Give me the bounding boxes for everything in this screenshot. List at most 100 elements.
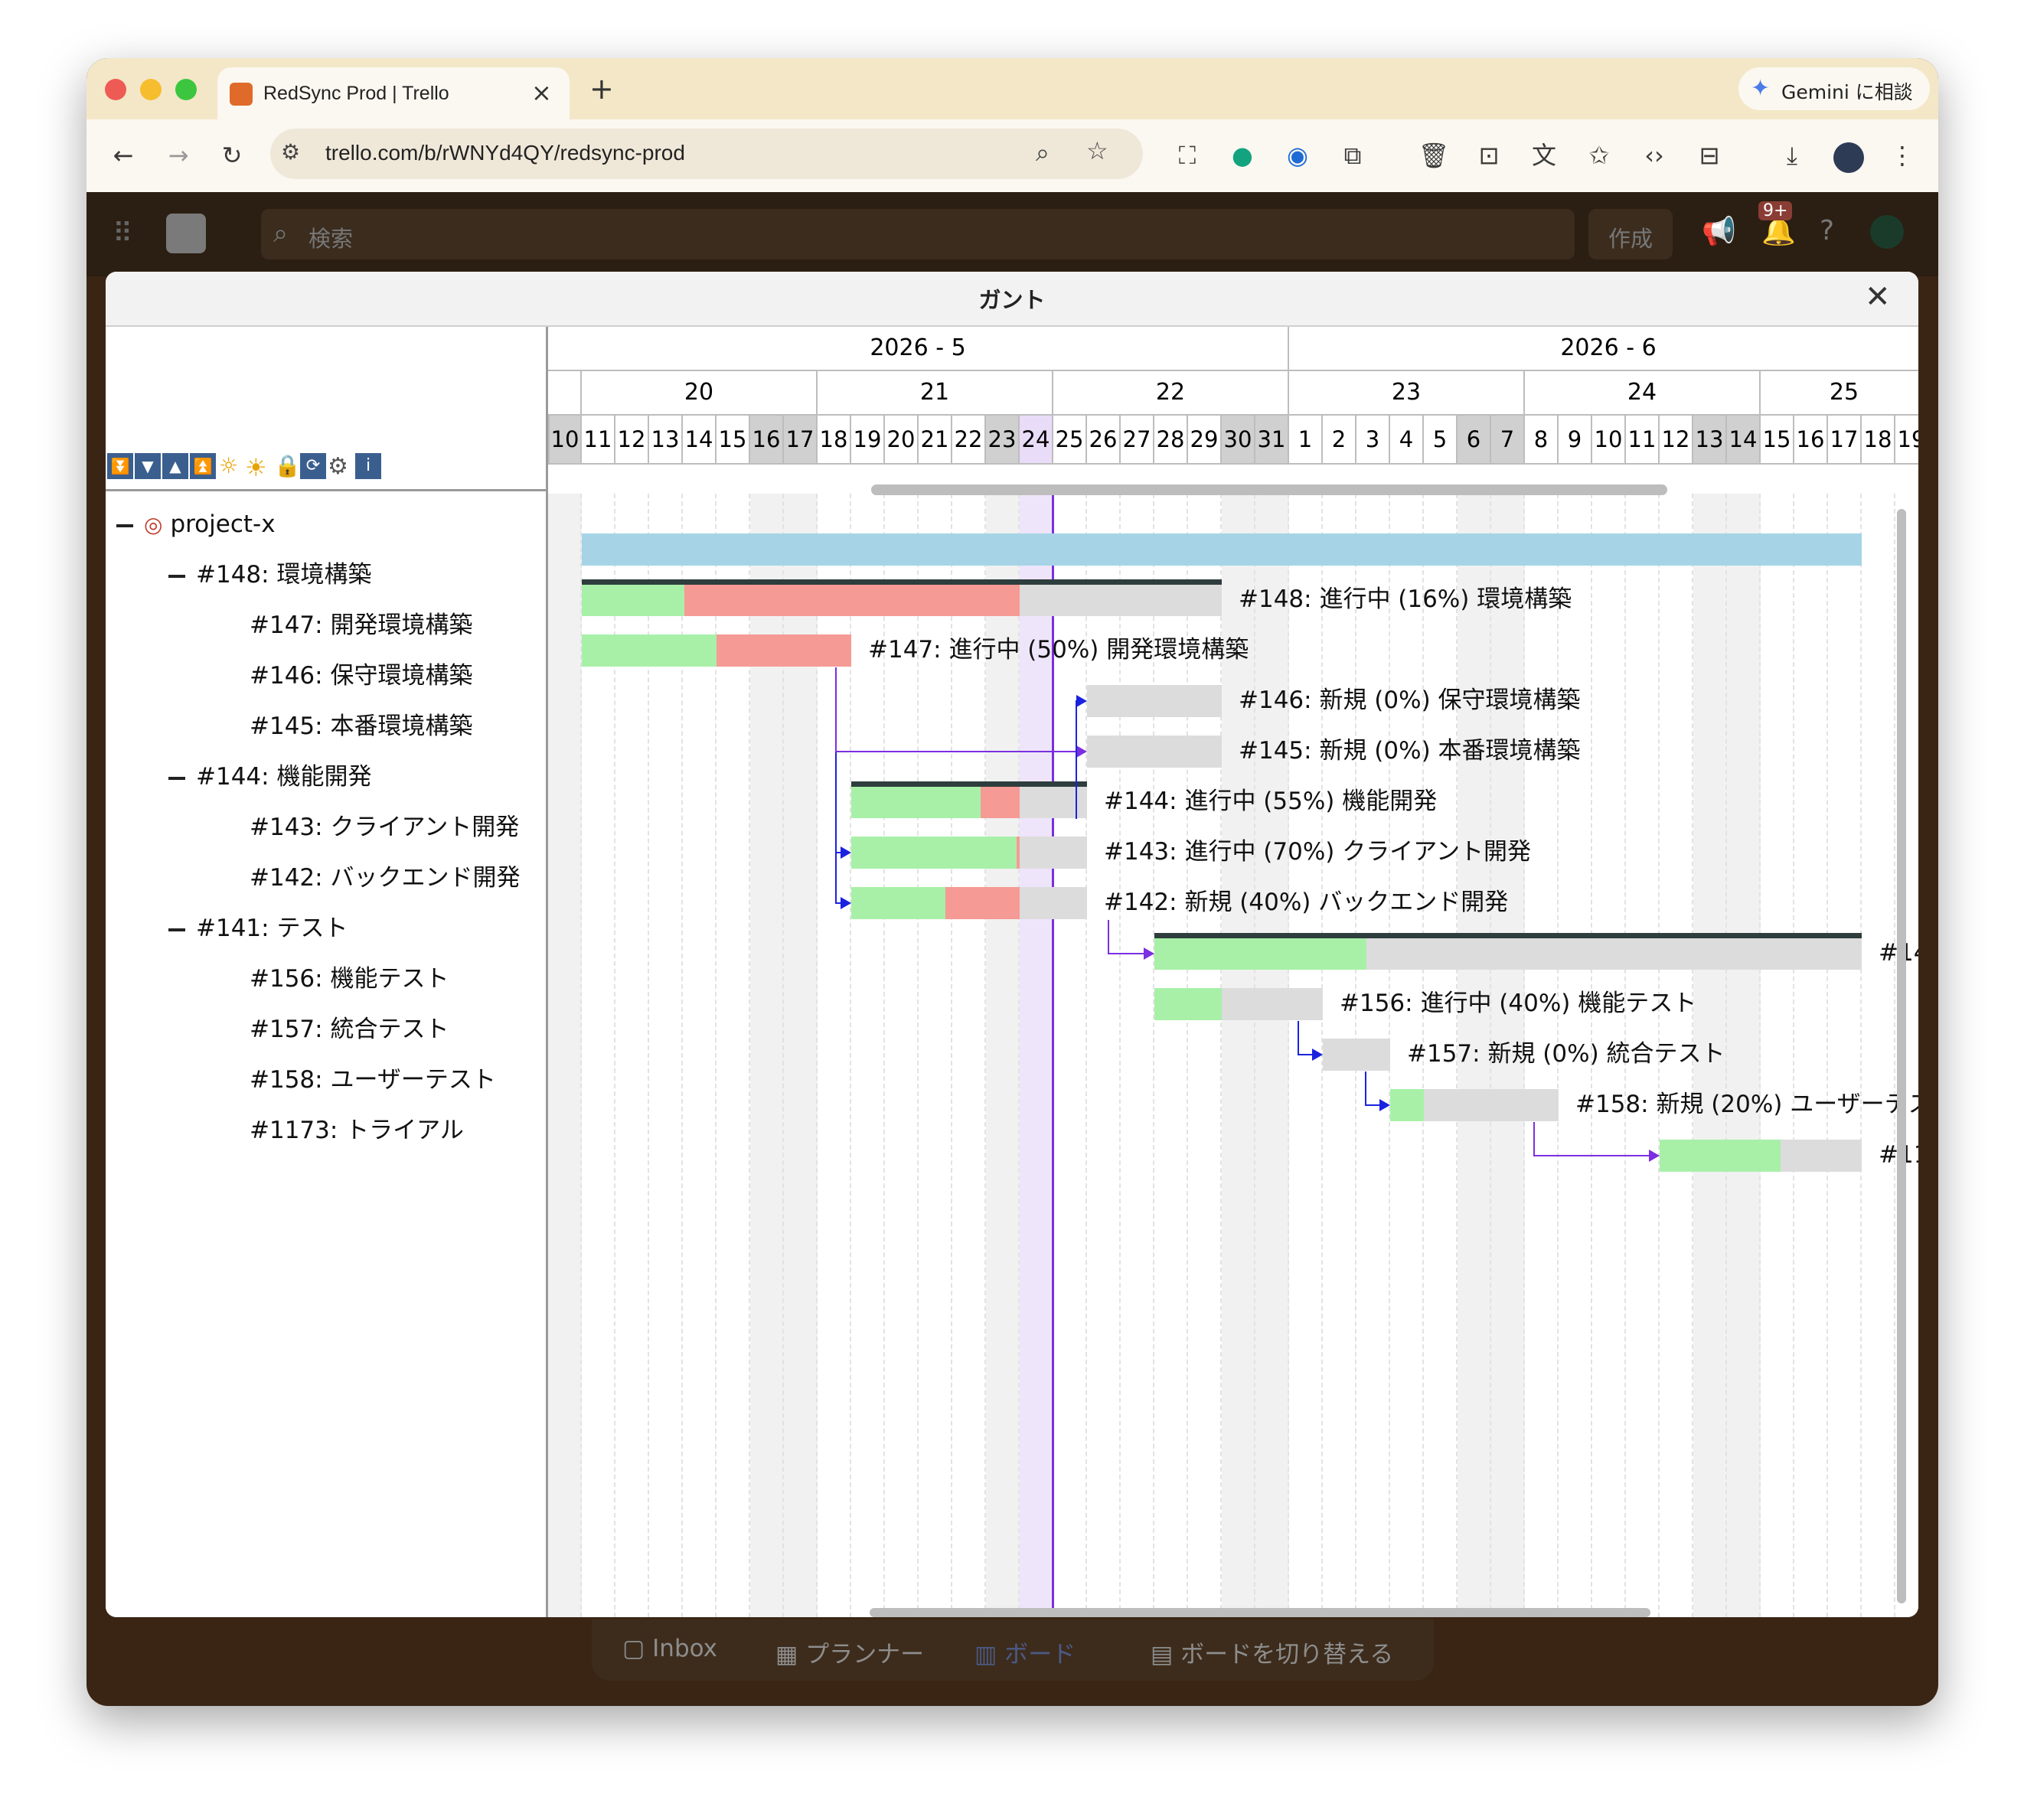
gemini-label: Gemini に相談	[1781, 81, 1913, 103]
modal-header: ガント ✕	[106, 272, 1918, 327]
bottom-scrollbar[interactable]	[870, 1608, 1650, 1617]
day-header-cell: 22	[952, 416, 986, 465]
tree-row[interactable]: #156: 機能テスト	[250, 964, 449, 994]
app-switcher-icon[interactable]: ⠿	[113, 218, 132, 250]
collapse-toggle-icon[interactable]	[116, 523, 133, 527]
gemini-button[interactable]: ✦ Gemini に相談	[1738, 67, 1930, 110]
url-text[interactable]: trello.com/b/rWNYd4QY/redsync-prod	[325, 141, 685, 165]
dependency-arrow	[1108, 920, 1147, 954]
collapse-toggle-icon[interactable]	[168, 928, 185, 931]
tree-row[interactable]: #158: ユーザーテスト	[250, 1065, 496, 1095]
tree-row[interactable]: #141: テスト	[168, 913, 348, 944]
browser-menu-icon[interactable]: ⋮	[1885, 140, 1919, 171]
day-header-cell: 25	[1053, 416, 1087, 465]
inbox-tab[interactable]: ▢ Inbox	[622, 1635, 717, 1662]
tree-header-divider	[106, 489, 546, 491]
day-header-cell: 31	[1255, 416, 1289, 465]
translate-icon[interactable]: 文	[1527, 140, 1561, 171]
refresh-icon[interactable]: ⟳	[300, 453, 326, 479]
browser-toolbar: ← → ↻ ⚙ trello.com/b/rWNYd4QY/redsync-pr…	[87, 119, 1938, 192]
day-header-cell: 24	[1020, 416, 1053, 465]
search-input[interactable]: ⌕ 検索	[261, 209, 1575, 259]
board-tab[interactable]: ▥ ボード	[974, 1635, 1076, 1669]
browser-window: RedSync Prod | Trello × + ✦ Gemini に相談 ←…	[87, 58, 1938, 1706]
site-settings-icon[interactable]: ⚙	[281, 139, 300, 165]
tree-row[interactable]: #142: バックエンド開発	[250, 863, 520, 893]
reload-icon[interactable]: ↻	[215, 140, 249, 171]
day-header-cell: 1	[1289, 416, 1323, 465]
day-header-cell: 20	[885, 416, 919, 465]
day-header-cell: 28	[1154, 416, 1188, 465]
tree-row[interactable]: #157: 統合テスト	[250, 1014, 449, 1045]
day-header-cell: 11	[1626, 416, 1660, 465]
tree-row[interactable]: ◎ project-x	[116, 509, 276, 540]
trello-logo-icon[interactable]	[166, 214, 206, 253]
forward-arrow-icon[interactable]: →	[162, 140, 195, 171]
tree-row[interactable]: #148: 環境構築	[168, 559, 371, 590]
tree-row[interactable]: #1173: トライアル	[250, 1115, 464, 1146]
collapse-toggle-icon[interactable]	[168, 574, 185, 578]
tab-search-icon[interactable]: ⊟	[1693, 140, 1726, 171]
day-header-cell: 12	[1660, 416, 1693, 465]
new-tab-button[interactable]: +	[589, 72, 614, 106]
expand-level-icon[interactable]: ▼	[135, 453, 161, 479]
extensions-icon[interactable]: ⧉	[1336, 140, 1369, 171]
info-icon[interactable]: i	[355, 453, 381, 479]
tree-row[interactable]: #145: 本番環境構築	[250, 711, 472, 742]
address-bar[interactable]: ⚙ trello.com/b/rWNYd4QY/redsync-prod ⌕ ☆	[270, 129, 1143, 179]
tree-row[interactable]: #143: クライアント開発	[250, 812, 519, 843]
header-scrollbar[interactable]	[871, 484, 1667, 495]
grammarly-icon[interactable]: ●	[1226, 140, 1259, 171]
zoom-icon[interactable]: ⌕	[1036, 138, 1050, 168]
sun-large-icon[interactable]: ☀	[245, 453, 267, 482]
tree-row[interactable]: #147: 開発環境構築	[250, 610, 472, 641]
browser-tab[interactable]: RedSync Prod | Trello ×	[217, 67, 570, 119]
screenshot-icon[interactable]: ⛶	[1170, 140, 1204, 171]
tree-row[interactable]: #144: 機能開発	[168, 762, 371, 792]
trello-favicon-icon	[230, 83, 253, 106]
day-header-cell: 18	[818, 416, 851, 465]
tree-row[interactable]: #146: 保守環境構築	[250, 660, 472, 691]
favorites-icon[interactable]: ✩	[1582, 140, 1616, 171]
collapse-level-icon[interactable]: ▲	[162, 453, 188, 479]
tree-row-label: #144: 機能開発	[196, 763, 372, 791]
day-header-cell: 7	[1491, 416, 1525, 465]
password-manager-icon[interactable]: ◉	[1281, 140, 1314, 171]
download-icon[interactable]: ⤓	[1775, 140, 1809, 171]
day-header-cell: 19	[851, 416, 885, 465]
day-header-cell: 16	[750, 416, 784, 465]
day-header-cell: 2	[1323, 416, 1356, 465]
megaphone-icon[interactable]: 📢	[1702, 215, 1736, 247]
settings-gear-icon[interactable]: ⚙	[328, 453, 348, 480]
collapse-toggle-icon[interactable]	[168, 776, 185, 780]
bookmark-star-icon[interactable]: ☆	[1086, 136, 1108, 165]
create-button[interactable]: 作成	[1588, 209, 1673, 259]
tab-close-icon[interactable]: ×	[531, 78, 552, 107]
back-arrow-icon[interactable]: ←	[106, 140, 140, 171]
planner-tab[interactable]: ▦ プランナー	[775, 1635, 924, 1669]
switch-board-tab[interactable]: ▤ ボードを切り替える	[1151, 1635, 1393, 1669]
day-header-cell: 19	[1895, 416, 1918, 465]
vertical-scrollbar[interactable]	[1897, 509, 1906, 1603]
expand-all-icon[interactable]: ⏬	[107, 453, 133, 479]
dependency-arrowhead	[1379, 1099, 1390, 1111]
camera-icon[interactable]: ⊡	[1472, 140, 1506, 171]
tree-row-label: #148: 環境構築	[196, 561, 372, 589]
minimize-window-button[interactable]	[140, 79, 162, 100]
day-header-cell: 18	[1862, 416, 1895, 465]
tree-row-label: project-x	[170, 510, 276, 538]
collapse-all-icon[interactable]: ⏫	[190, 453, 216, 479]
lock-icon[interactable]: 🔒	[274, 453, 301, 478]
sun-small-icon[interactable]: ☼	[219, 453, 238, 478]
trash-icon[interactable]: 🗑	[1417, 140, 1451, 171]
tree-row-label: #145: 本番環境構築	[250, 713, 473, 740]
close-window-button[interactable]	[105, 79, 126, 100]
member-avatar[interactable]	[1870, 215, 1904, 249]
devtools-icon[interactable]: ‹›	[1637, 140, 1671, 171]
help-icon[interactable]: ?	[1820, 215, 1834, 246]
month-header-cell: 2026 - 5	[548, 327, 1289, 371]
day-header-cell: 12	[615, 416, 649, 465]
profile-avatar[interactable]	[1833, 142, 1864, 173]
maximize-window-button[interactable]	[175, 79, 197, 100]
close-icon[interactable]: ✕	[1865, 279, 1891, 315]
